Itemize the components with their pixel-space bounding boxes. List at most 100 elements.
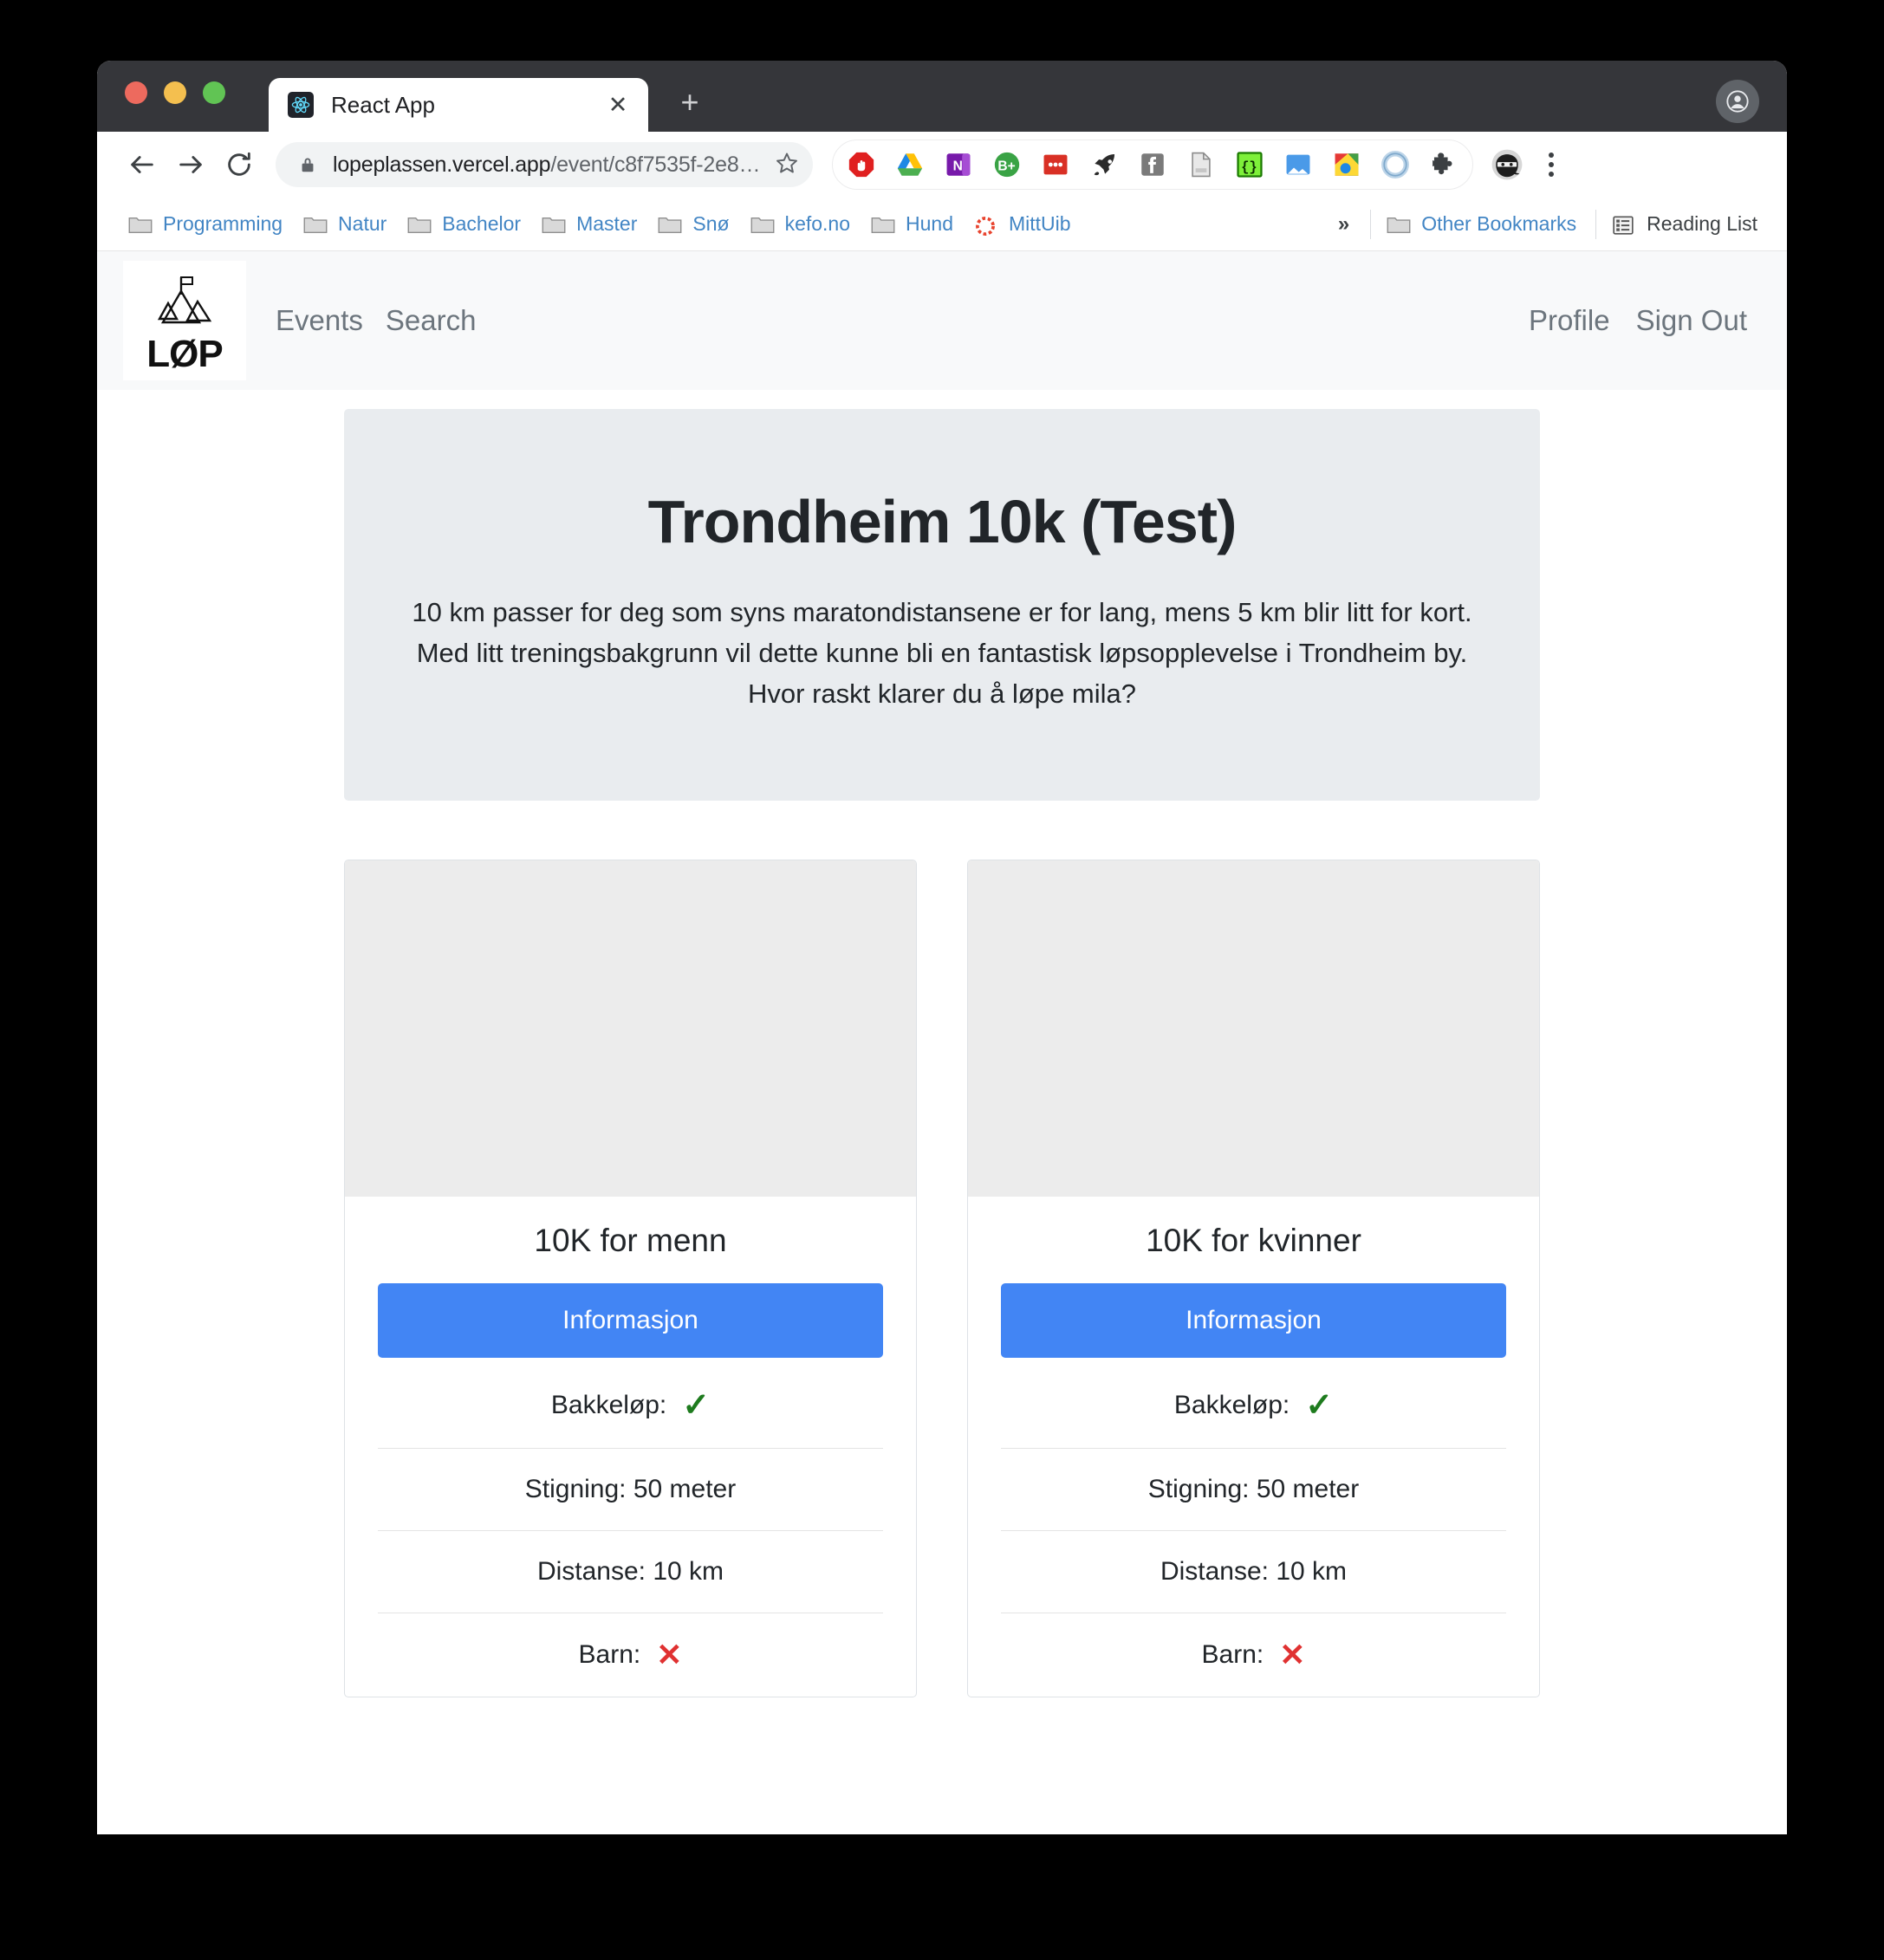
puzzle-piece-icon[interactable] (1427, 148, 1460, 181)
browser-tab[interactable]: React App ✕ (269, 78, 648, 132)
attribute-row-bakkelop: Bakkeløp: ✓ (1001, 1363, 1506, 1450)
other-bookmarks-button[interactable]: Other Bookmarks (1378, 207, 1588, 241)
attribute-row-stigning: Stigning: 50 meter (1001, 1449, 1506, 1532)
bookmark-label: Snø (692, 212, 730, 235)
attribute-row-distanse: Distanse: 10 km (1001, 1531, 1506, 1614)
folder-icon (1387, 215, 1411, 234)
google-drive-icon[interactable] (893, 148, 926, 181)
tab-title: React App (331, 91, 435, 118)
bitwarden-icon[interactable]: B+ (991, 148, 1023, 181)
cross-icon: ✕ (1279, 1637, 1306, 1673)
event-description: 10 km passer for deg som syns maratondis… (412, 597, 1472, 710)
bookmark-programming[interactable]: Programming (120, 207, 295, 241)
bookmarks-overflow-button[interactable]: » (1324, 212, 1363, 237)
reading-list-icon (1612, 215, 1636, 235)
app-logo[interactable]: LØP (123, 261, 246, 380)
app-header: LØP Events Search Profile Sign Out (97, 251, 1787, 390)
blue-ring-icon[interactable] (1379, 148, 1412, 181)
bookmark-label: Master (576, 212, 638, 235)
adblock-icon[interactable] (845, 148, 878, 181)
reading-list-label: Reading List (1647, 212, 1757, 235)
race-attribute-list: Bakkeløp: ✓ Stigning: 50 meter Distanse:… (1001, 1363, 1506, 1697)
close-window-button[interactable] (125, 81, 147, 104)
colorful-square-icon[interactable] (1330, 148, 1363, 181)
check-icon: ✓ (1305, 1387, 1334, 1425)
ninja-avatar-icon[interactable] (1491, 148, 1523, 181)
bookmark-mittuib[interactable]: MittUib (965, 207, 1083, 241)
folder-icon (542, 215, 566, 234)
code-brackets-icon[interactable]: {} (1233, 148, 1266, 181)
bookmark-label: Programming (163, 212, 283, 235)
bookmark-kefo[interactable]: kefo.no (742, 207, 862, 241)
folder-icon (407, 215, 432, 234)
new-tab-button[interactable]: + (669, 81, 711, 123)
nav-item-sign-out[interactable]: Sign Out (1636, 304, 1747, 337)
bookmark-label: kefo.no (784, 212, 851, 235)
race-card-body: 10K for kvinner Informasjon Bakkeløp: ✓ … (968, 1197, 1539, 1697)
bookmark-hund[interactable]: Hund (862, 207, 965, 241)
primary-nav: Events Search (276, 304, 476, 337)
close-icon[interactable]: ✕ (603, 90, 633, 120)
red-dotted-circle-icon (974, 215, 998, 236)
page-content: Trondheim 10k (Test) 10 km passer for de… (97, 409, 1787, 1698)
other-bookmarks-label: Other Bookmarks (1421, 212, 1577, 235)
race-card: 10K for menn Informasjon Bakkeløp: ✓ Sti… (344, 860, 917, 1698)
attribute-label: Distanse: 10 km (536, 1557, 724, 1587)
bookmark-label: Bachelor (442, 212, 522, 235)
facebook-icon[interactable] (1136, 148, 1169, 181)
document-icon[interactable] (1185, 148, 1218, 181)
event-hero: Trondheim 10k (Test) 10 km passer for de… (344, 409, 1540, 802)
attribute-row-barn: Barn: ✕ (1001, 1613, 1506, 1697)
url-host: lopeplassen.vercel.app (333, 152, 551, 177)
information-button[interactable]: Informasjon (1001, 1283, 1506, 1359)
nav-item-search[interactable]: Search (386, 304, 477, 337)
url-path: /event/c8f7535f-2e8… (550, 152, 761, 177)
attribute-label: Stigning: 50 meter (1147, 1475, 1360, 1504)
folder-icon (303, 215, 328, 234)
race-card-grid: 10K for menn Informasjon Bakkeløp: ✓ Sti… (344, 860, 1540, 1698)
image-icon[interactable] (1282, 148, 1315, 181)
bookmark-master[interactable]: Master (533, 207, 649, 241)
check-icon: ✓ (682, 1387, 711, 1425)
url-text: lopeplassen.vercel.app/event/c8f7535f-2e… (333, 153, 766, 178)
attribute-row-stigning: Stigning: 50 meter (378, 1449, 883, 1532)
folder-icon (658, 215, 682, 234)
app-logo-text: LØP (146, 332, 223, 375)
race-card: 10K for kvinner Informasjon Bakkeløp: ✓ … (967, 860, 1540, 1698)
race-title: 10K for menn (534, 1223, 727, 1259)
onenote-icon[interactable]: N (942, 148, 975, 181)
traffic-lights (125, 81, 225, 104)
bookmark-sno[interactable]: Snø (649, 207, 741, 241)
nav-item-events[interactable]: Events (276, 304, 363, 337)
race-title: 10K for kvinner (1146, 1223, 1361, 1259)
browser-toolbar: lopeplassen.vercel.app/event/c8f7535f-2e… (97, 132, 1787, 198)
page-title: Trondheim 10k (Test) (647, 488, 1238, 555)
reload-icon[interactable] (215, 140, 263, 189)
back-icon[interactable] (118, 140, 166, 189)
kebab-menu-icon[interactable] (1532, 144, 1570, 185)
minimize-window-button[interactable] (164, 81, 186, 104)
bookmark-label: Hund (906, 212, 953, 235)
information-button[interactable]: Informasjon (378, 1283, 883, 1359)
reading-list-button[interactable]: Reading List (1603, 207, 1770, 241)
race-image-placeholder (345, 860, 916, 1197)
rocket-icon[interactable] (1088, 148, 1121, 181)
red-dots-icon[interactable] (1039, 148, 1072, 181)
attribute-label: Stigning: 50 meter (524, 1475, 737, 1504)
bookmark-bachelor[interactable]: Bachelor (399, 207, 533, 241)
forward-icon[interactable] (166, 140, 215, 189)
svg-text:N: N (953, 159, 963, 173)
folder-icon (128, 215, 153, 234)
maximize-window-button[interactable] (203, 81, 225, 104)
browser-window: React App ✕ + lopeplassen.vercel.app/eve… (97, 61, 1787, 1834)
attribute-row-barn: Barn: ✕ (378, 1613, 883, 1697)
nav-item-profile[interactable]: Profile (1529, 304, 1610, 337)
bookmark-natur[interactable]: Natur (295, 207, 399, 241)
svg-text:{}: {} (1241, 159, 1257, 175)
browser-profile-avatar[interactable] (1716, 80, 1759, 123)
address-bar[interactable]: lopeplassen.vercel.app/event/c8f7535f-2e… (276, 142, 813, 187)
race-attribute-list: Bakkeløp: ✓ Stigning: 50 meter Distanse:… (378, 1363, 883, 1697)
star-icon[interactable] (775, 151, 799, 179)
lock-icon (298, 154, 317, 175)
bookmark-label: MittUib (1009, 212, 1071, 235)
